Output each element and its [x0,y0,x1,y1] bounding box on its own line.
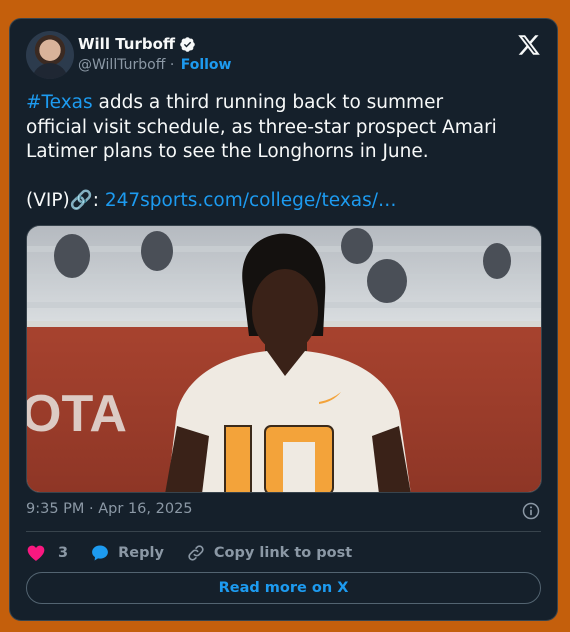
copy-link-button[interactable]: Copy link to post [186,543,352,563]
verified-badge-icon [180,36,195,52]
tweet-line-2: official visit schedule, as three-star p… [26,116,497,138]
tweet-timestamp[interactable]: 9:35 PM · Apr 16, 2025 [26,501,193,517]
tweet-card: Will Turboff @WillTurboff · Follow #Texa… [9,18,558,621]
author-name[interactable]: Will Turboff [78,35,175,53]
tweet-line-1-text: adds a third running back to summer [92,92,444,113]
follow-button[interactable]: Follow [181,57,232,73]
reply-bubble-icon [92,545,109,561]
like-button[interactable]: 3 [26,543,68,563]
tweet-vip-line: (VIP)🔗: 247sports.com/college/texas/… [26,189,546,214]
tweet-line-3: Latimer plans to see the Longhorns in Ju… [26,141,429,162]
tweet-text: #Texas adds a third running back to summ… [26,91,546,213]
tweet-actions: 3 Reply Copy link to post [26,541,374,565]
handle-separator: · [169,57,175,73]
reply-button[interactable]: Reply [90,543,164,563]
athlete-photo-image: OTA 10 [27,226,541,492]
tweet-line-1: #Texas adds a third running back to summ… [26,91,546,116]
like-count: 3 [58,545,69,561]
vip-prefix: (VIP)🔗: [26,189,105,211]
banner-text: OTA [27,385,127,443]
tweet-header: Will Turboff @WillTurboff · Follow [26,31,541,81]
x-logo-icon[interactable] [517,33,541,57]
avatar[interactable] [26,31,74,79]
author-name-row: Will Turboff [78,35,196,53]
hashtag-link[interactable]: #Texas [26,92,93,113]
tweet-photo[interactable]: OTA 10 [26,225,542,493]
copy-link-label: Copy link to post [213,545,353,561]
link-icon [188,545,204,561]
divider [26,531,541,532]
author-handle-row: @WillTurboff · Follow [78,57,231,73]
info-icon[interactable] [521,501,541,521]
article-link[interactable]: 247sports.com/college/texas/… [105,190,397,211]
reply-label: Reply [118,545,164,561]
heart-icon [27,545,45,561]
read-more-button[interactable]: Read more on X [26,572,541,604]
author-handle[interactable]: @WillTurboff [78,57,165,73]
